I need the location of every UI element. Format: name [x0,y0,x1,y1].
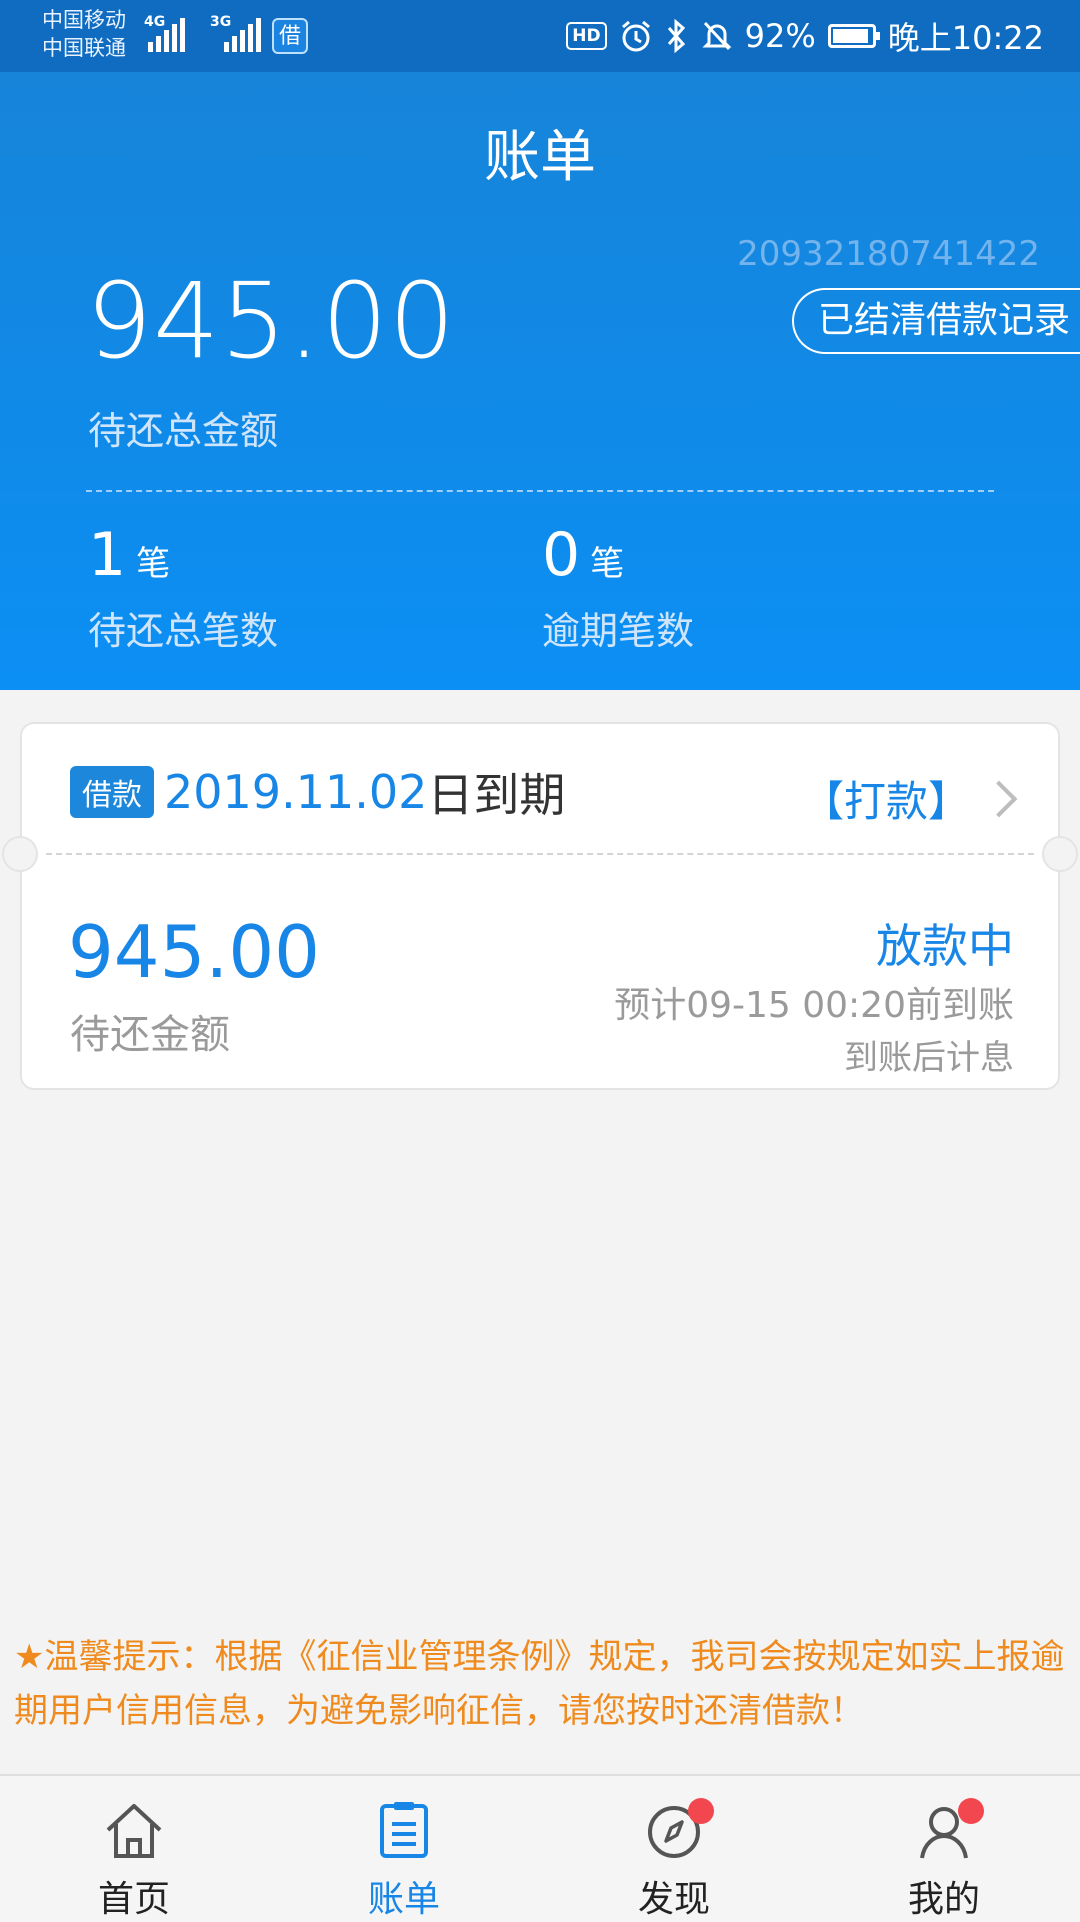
overdue-count-block: 0笔 逾期笔数 [542,520,694,655]
loan-status: 放款中 [876,919,1014,973]
page-title: 账单 [484,125,596,190]
loan-amount: 945.00 [68,910,320,994]
serial-number: 20932180741422 [737,234,1040,274]
total-amount-label: 待还总金额 [88,409,279,453]
due-date: 2019.11.02 [164,765,428,819]
app-notification-icon: 借 [272,18,308,54]
pending-count-label: 待还总笔数 [88,609,279,653]
discover-badge-dot [688,1798,714,1824]
due-suffix: 日到期 [427,768,566,822]
card-notch-left [2,836,38,872]
total-amount: 945.00 [86,260,456,382]
user-icon [874,1798,1014,1862]
tab-bills[interactable]: 账单 [334,1798,474,1922]
pending-count: 1 [88,520,127,590]
tab-home[interactable]: 首页 [64,1798,204,1922]
warm-notice: ★温馨提示：根据《征信业管理条例》规定，我司会按规定如实上报逾期用户信用信息，为… [14,1637,1065,1731]
tab-bills-label: 账单 [367,1879,440,1920]
loan-eta: 预计09-15 00:20前到账 [614,985,1014,1026]
chevron-right-icon [980,780,1018,817]
pay-link[interactable]: 【打款】 [801,768,1018,829]
battery-icon [827,24,880,48]
signal-strength-1-icon [148,16,185,52]
alarm-icon [621,20,650,52]
loan-tag: 借款 [70,766,154,818]
tab-mine[interactable]: 我的 [874,1798,1014,1922]
clock: 晚上10:22 [887,19,1044,57]
divider [86,490,994,492]
overdue-unit: 笔 [590,544,625,584]
carrier-2: 中国联通 [42,36,126,60]
hd-icon: HD [566,22,607,50]
carrier-1: 中国移动 [42,8,126,32]
loan-card-header: 借款 2019.11.02 日到期 [70,762,565,822]
interest-note: 到账后计息 [844,1038,1014,1078]
home-icon [64,1798,204,1862]
pending-unit: 笔 [136,544,171,584]
settled-loans-button[interactable]: 已结清借款记录 [792,288,1080,354]
summary-header: 账单 20932180741422 已结清借款记录 945.00 待还总金额 1… [0,72,1080,690]
pending-count-block: 1笔 待还总笔数 [88,520,278,655]
mute-bell-icon [702,21,732,51]
tab-home-label: 首页 [97,1879,170,1920]
status-bar: 中国移动 中国联通 4G 3G 借 HD 92% 晚上10:22 [0,0,1080,72]
mine-badge-dot [958,1798,984,1824]
bill-list-icon [334,1798,474,1862]
overdue-count-label: 逾期笔数 [542,609,695,653]
tab-discover[interactable]: 发现 [604,1798,744,1922]
carrier-info: 中国移动 中国联通 [42,6,126,62]
status-right: HD 92% 晚上10:22 [566,14,1044,58]
bluetooth-icon [667,19,685,53]
overdue-count: 0 [542,520,581,590]
card-notch-right [1042,836,1078,872]
signal-strength-2-icon [224,16,261,52]
battery-percent: 92% [744,17,816,55]
loan-amount-label: 待还金额 [70,1012,230,1058]
bottom-tab-bar: 首页 账单 发现 我的 [0,1774,1080,1922]
pay-link-label: 【打款】 [801,777,970,826]
tab-mine-label: 我的 [907,1879,980,1920]
loan-card[interactable]: 借款 2019.11.02 日到期 【打款】 945.00 待还金额 放款中 预… [2,722,1078,1090]
tab-discover-label: 发现 [637,1879,710,1920]
card-divider [46,853,1034,855]
compass-icon [604,1798,744,1862]
